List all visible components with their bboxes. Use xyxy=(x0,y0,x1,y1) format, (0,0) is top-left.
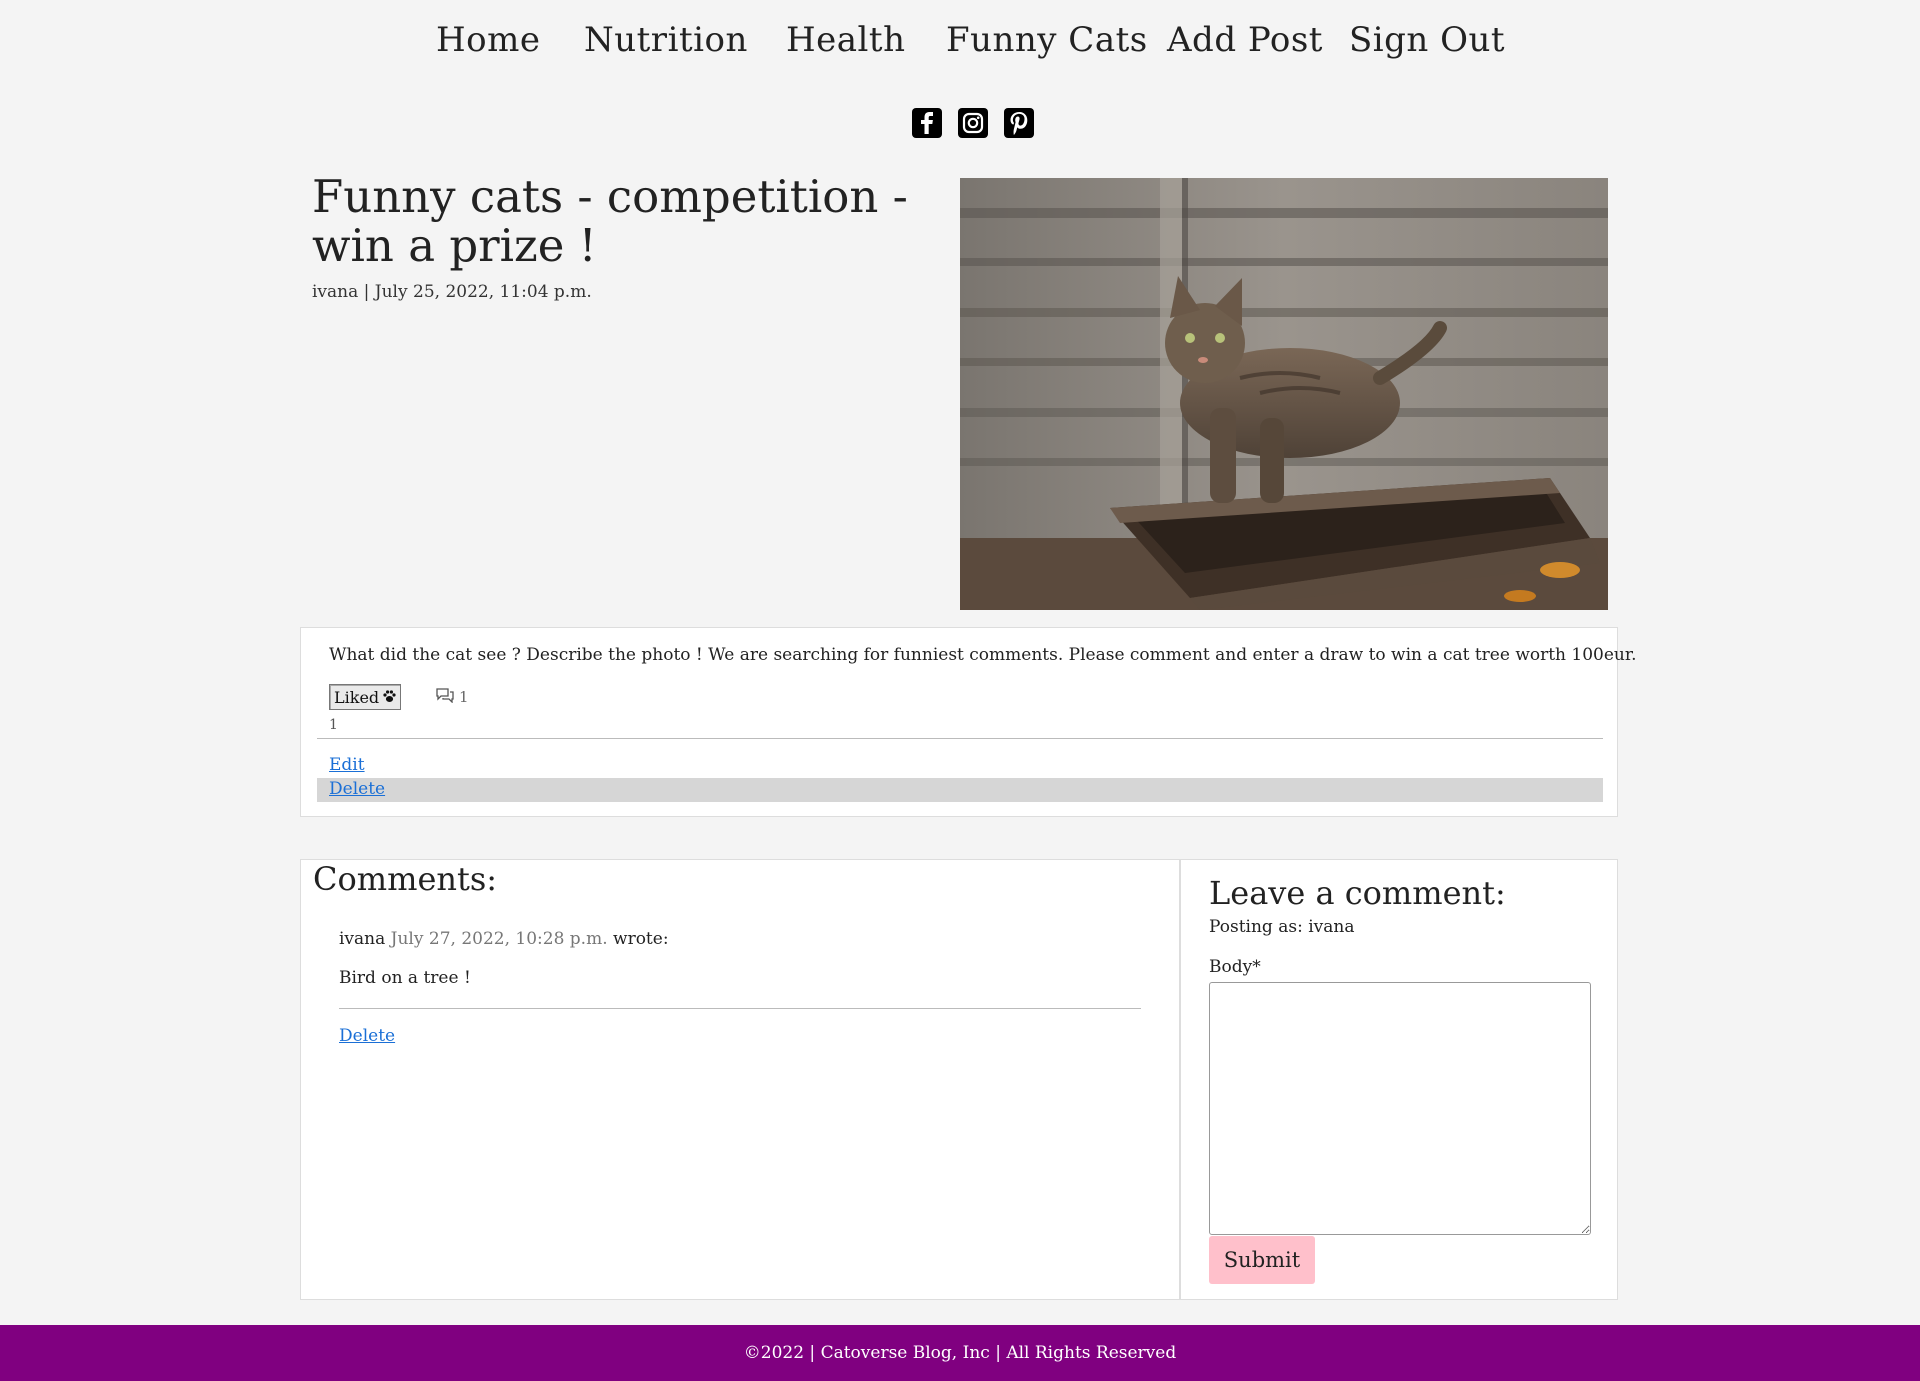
divider xyxy=(339,1008,1141,1009)
submit-button[interactable]: Submit xyxy=(1209,1236,1315,1284)
nav-health[interactable]: Health xyxy=(786,20,905,60)
nav-home[interactable]: Home xyxy=(436,20,540,60)
comment-author: ivana xyxy=(339,929,386,949)
post-image xyxy=(960,178,1608,610)
comment-date: July 27, 2022, 10:28 p.m. xyxy=(390,929,608,949)
comment-wrote: wrote: xyxy=(613,929,669,949)
nav-add-post[interactable]: Add Post xyxy=(1167,20,1323,60)
comment-body: Bird on a tree ! xyxy=(339,968,471,988)
edit-post-link[interactable]: Edit xyxy=(329,755,365,775)
comments-panel: Comments: ivana July 27, 2022, 10:28 p.m… xyxy=(300,859,1180,1300)
nav-sign-out[interactable]: Sign Out xyxy=(1349,20,1505,60)
pinterest-icon[interactable] xyxy=(1004,108,1034,138)
facebook-icon[interactable] xyxy=(912,108,942,138)
like-label: Liked xyxy=(334,687,380,707)
delete-post-row: Delete xyxy=(317,778,1603,802)
nav-funny-cats[interactable]: Funny Cats xyxy=(946,20,1148,60)
post-title: Funny cats - competition - win a prize ! xyxy=(312,170,908,272)
posting-as: Posting as: ivana xyxy=(1209,917,1355,937)
nav-nutrition[interactable]: Nutrition xyxy=(584,20,748,60)
leave-comment-title: Leave a comment: xyxy=(1209,874,1506,912)
comment-count-value: 1 xyxy=(459,688,469,706)
comment-body-input[interactable] xyxy=(1209,982,1591,1235)
post-meta: ivana | July 25, 2022, 11:04 p.m. xyxy=(312,282,592,302)
post-card: What did the cat see ? Describe the phot… xyxy=(300,627,1637,817)
like-count: 1 xyxy=(329,717,338,733)
comments-icon xyxy=(435,687,455,707)
comment-count: 1 xyxy=(435,687,469,707)
main-nav: Home Nutrition Health Funny Cats Add Pos… xyxy=(0,20,1920,70)
like-button[interactable]: Liked xyxy=(329,684,401,710)
comment-header: ivana July 27, 2022, 10:28 p.m. wrote: xyxy=(339,929,669,949)
paw-icon xyxy=(382,688,397,707)
leave-comment-panel: Leave a comment: Posting as: ivana Body*… xyxy=(1180,859,1618,1300)
instagram-icon[interactable] xyxy=(958,108,988,138)
social-links xyxy=(912,108,1034,140)
footer: ©2022 | Catoverse Blog, Inc | All Rights… xyxy=(0,1325,1920,1381)
divider xyxy=(317,738,1603,739)
delete-post-link[interactable]: Delete xyxy=(329,779,385,799)
delete-comment-link[interactable]: Delete xyxy=(339,1026,395,1046)
post-body: What did the cat see ? Describe the phot… xyxy=(329,645,1637,665)
footer-text: ©2022 | Catoverse Blog, Inc | All Rights… xyxy=(743,1343,1177,1363)
body-label: Body* xyxy=(1209,957,1261,977)
comments-title: Comments: xyxy=(313,860,498,898)
